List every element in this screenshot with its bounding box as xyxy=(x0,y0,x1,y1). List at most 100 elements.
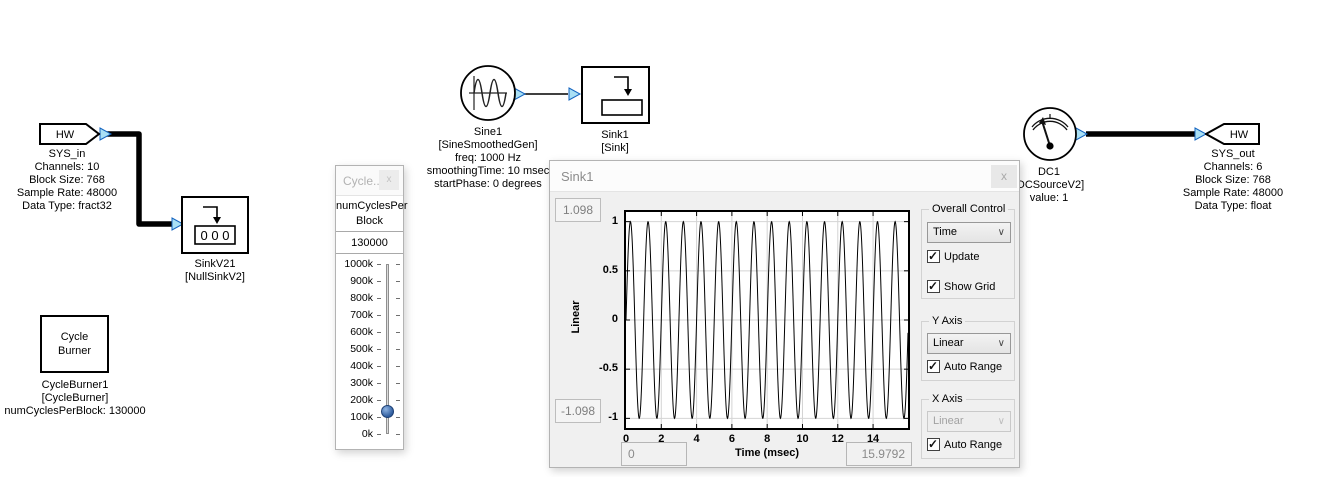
x-axis-group-label: X Axis xyxy=(929,393,966,405)
sink-icon xyxy=(583,68,648,122)
caption-line: SYS_out xyxy=(1183,148,1283,161)
slider-scale-label: 700k xyxy=(337,309,373,321)
slider-scale-label: 1000k xyxy=(337,258,373,270)
caption-line: Channels: 6 xyxy=(1183,161,1283,174)
meter-pivot xyxy=(1046,142,1053,149)
show-grid-checkbox-label: Show Grid xyxy=(944,281,995,293)
sink-window-title: Sink1 xyxy=(561,169,594,184)
slider-tick xyxy=(396,349,400,350)
slider-tick xyxy=(377,400,381,401)
overall-control-value: Time xyxy=(933,226,957,238)
y-auto-range-label: Auto Range xyxy=(944,361,1002,373)
x-auto-range-checkbox[interactable] xyxy=(927,438,940,451)
diagram-canvas: HW SYS_inChannels: 10Block Size: 768Samp… xyxy=(0,0,1339,477)
block-sys-in[interactable]: HW xyxy=(39,123,101,145)
caption-line: SinkV21 xyxy=(185,258,245,271)
dc1-caption: DC1[DCSourceV2]value: 1 xyxy=(1014,166,1084,205)
slider-tick xyxy=(377,298,381,299)
slider-tick xyxy=(377,417,381,418)
slider-scale-label: 200k xyxy=(337,394,373,406)
x-max-box[interactable]: 15.9792 xyxy=(846,442,912,466)
slider-tick xyxy=(377,349,381,350)
show-grid-checkbox-row[interactable]: Show Grid xyxy=(927,280,995,293)
caption-line: Sink1 xyxy=(601,129,629,142)
y-axis-group-label: Y Axis xyxy=(929,315,965,327)
slider-scale-label: 500k xyxy=(337,343,373,355)
caption-line: numCyclesPerBlock: 130000 xyxy=(4,405,145,418)
caption-line: Cycle xyxy=(61,330,89,344)
caption-line: Block xyxy=(336,214,403,229)
slider-tick xyxy=(377,264,381,265)
y-tick-label: 1 xyxy=(586,215,618,227)
slider-param-label: numCyclesPerBlock xyxy=(336,196,403,232)
sink-window-titlebar[interactable]: Sink1 x xyxy=(550,161,1019,192)
update-checkbox-label: Update xyxy=(944,251,979,263)
slider-scale-label: 100k xyxy=(337,411,373,423)
slider-tick xyxy=(396,315,400,316)
chevron-down-icon: ∨ xyxy=(998,412,1005,431)
caption-line: [CycleBurner] xyxy=(4,392,145,405)
waveform-svg xyxy=(626,212,908,428)
overall-control-dropdown[interactable]: Time ∨ xyxy=(927,222,1011,243)
caption-line: Data Type: float xyxy=(1183,200,1283,213)
slider-scale-label: 900k xyxy=(337,275,373,287)
caption-line: Burner xyxy=(58,344,91,358)
caption-line: [SineSmoothedGen] xyxy=(427,139,549,152)
caption-line: smoothingTime: 10 msec xyxy=(427,165,549,178)
chevron-down-icon: ∨ xyxy=(998,223,1005,242)
caption-line: numCyclesPer xyxy=(336,199,403,214)
caption-line: Sample Rate: 48000 xyxy=(1183,187,1283,200)
x-auto-range-row[interactable]: Auto Range xyxy=(927,438,1002,451)
caption-line: startPhase: 0 degrees xyxy=(427,178,549,191)
y-tick-label: 0 xyxy=(586,313,618,325)
hw-label: HW xyxy=(56,129,75,141)
scope-plot xyxy=(624,210,910,430)
slider-thumb[interactable] xyxy=(381,405,394,418)
slider-tick xyxy=(377,383,381,384)
slider-tick xyxy=(377,281,381,282)
caption-line: value: 1 xyxy=(1014,192,1084,205)
block-sine1[interactable] xyxy=(459,64,517,122)
slider-tick xyxy=(396,298,400,299)
y-tick-label: 0.5 xyxy=(586,264,618,276)
caption-line: [DCSourceV2] xyxy=(1014,179,1084,192)
block-sink1[interactable] xyxy=(581,66,650,124)
slider-close-icon[interactable]: x xyxy=(379,170,399,190)
slider-value-field[interactable]: 130000 xyxy=(336,232,403,254)
y-axis-group: Y Axis Linear ∨ Auto Range xyxy=(921,321,1015,381)
x-auto-range-label: Auto Range xyxy=(944,439,1002,451)
y-axis-dropdown[interactable]: Linear ∨ xyxy=(927,333,1011,354)
y-auto-range-checkbox[interactable] xyxy=(927,360,940,373)
block-cycle-burner[interactable]: CycleBurner xyxy=(40,315,109,373)
sinkv21-caption: SinkV21[NullSinkV2] xyxy=(185,258,245,284)
x-axis-dropdown: Linear ∨ xyxy=(927,411,1011,432)
slider-tick xyxy=(396,264,400,265)
caption-line: freq: 1000 Hz xyxy=(427,152,549,165)
y-tick-label: -1 xyxy=(586,411,618,423)
chevron-down-icon: ∨ xyxy=(998,334,1005,353)
slider-window-titlebar[interactable]: Cycle... x xyxy=(336,166,403,196)
cycle-burner-inner-label: CycleBurner xyxy=(42,317,107,371)
y-auto-range-row[interactable]: Auto Range xyxy=(927,360,1002,373)
slider-tick xyxy=(377,332,381,333)
y-axis-label: Linear xyxy=(570,297,582,337)
x-axis-value: Linear xyxy=(933,415,964,427)
sink-close-icon[interactable]: x xyxy=(991,165,1017,188)
slider-tick xyxy=(396,417,400,418)
block-sys-out[interactable]: HW xyxy=(1205,123,1261,145)
update-checkbox[interactable] xyxy=(927,250,940,263)
slider-tick xyxy=(396,366,400,367)
update-checkbox-row[interactable]: Update xyxy=(927,250,979,263)
sink1-caption: Sink1[Sink] xyxy=(601,129,629,155)
slider-scale-area: 1000k900k800k700k600k500k400k300k200k100… xyxy=(336,254,403,449)
overall-control-group: Overall Control Time ∨ Update Show Grid xyxy=(921,209,1015,299)
slider-scale-label: 600k xyxy=(337,326,373,338)
caption-line: DC1 xyxy=(1014,166,1084,179)
y-axis-value: Linear xyxy=(933,337,964,349)
slider-tick xyxy=(377,366,381,367)
block-sinkv21[interactable]: 0 0 0 xyxy=(181,196,249,254)
block-dc1[interactable] xyxy=(1022,106,1078,162)
sink1-scope-window: Sink1 x 1.098 -1.098 Linear 024681012141… xyxy=(549,160,1020,468)
caption-line: Channels: 10 xyxy=(17,161,117,174)
show-grid-checkbox[interactable] xyxy=(927,280,940,293)
